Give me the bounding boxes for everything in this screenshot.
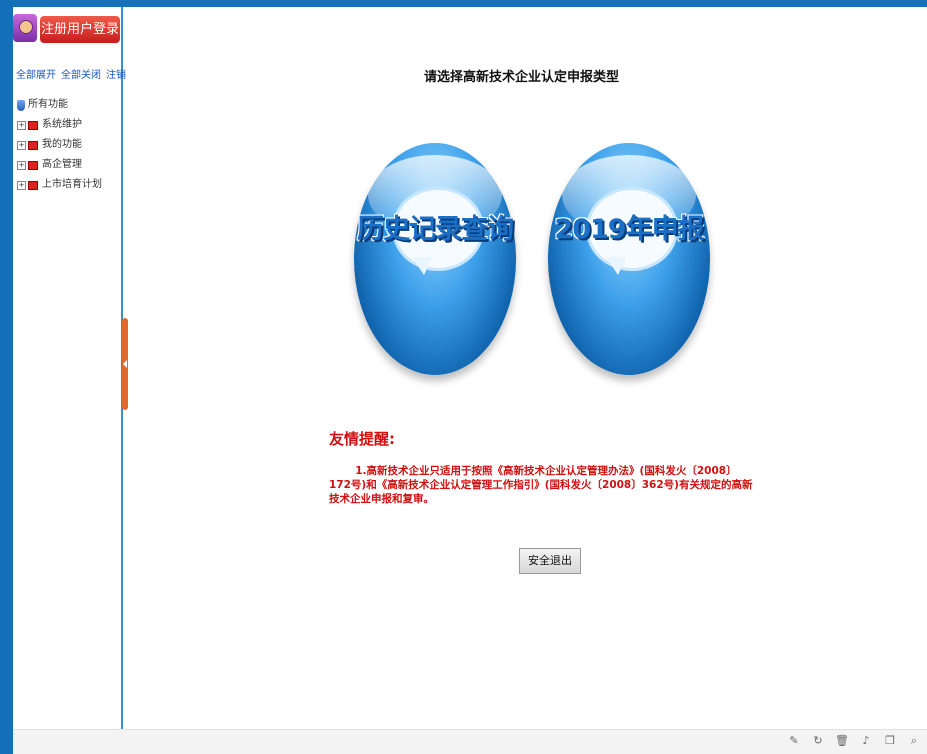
apply-2019-button[interactable]: 2019年申报 (548, 139, 710, 379)
history-query-button[interactable]: 历史记录查询 (354, 139, 516, 379)
tree-item-system[interactable]: + 系统维护 (17, 115, 102, 135)
user-bar: 注册用户登录 (13, 7, 121, 49)
sidebar-collapse-handle[interactable] (122, 318, 128, 410)
app-window: 注册用户登录 全部展开全部关闭注销 所有功能 + 系统维护 + 我的功能 + (13, 7, 927, 754)
copy-icon[interactable]: ❐ (883, 734, 897, 748)
tree-item-label: 系统维护 (42, 119, 82, 130)
folder-icon (28, 140, 38, 150)
notice-title: 友情提醒: (329, 430, 395, 448)
bottom-toolbar: ✎ ↻ 🗑 ♪ ❐ ⌕ (13, 729, 927, 754)
tree-item-label: 上市培育计划 (42, 179, 102, 190)
search-icon[interactable]: ⌕ (907, 734, 921, 748)
expand-icon[interactable]: + (17, 120, 26, 130)
logout-link[interactable]: 注销 (106, 70, 126, 81)
brush-icon[interactable]: ✎ (787, 734, 801, 748)
folder-icon (28, 120, 38, 130)
collapse-all-link[interactable]: 全部关闭 (61, 70, 101, 81)
tree-item-my-functions[interactable]: + 我的功能 (17, 135, 102, 155)
trash-icon[interactable]: 🗑 (835, 734, 849, 748)
tree-controls: 全部展开 全部关闭 注销 (16, 66, 131, 81)
folder-icon (28, 180, 38, 190)
function-tree: 所有功能 + 系统维护 + 我的功能 + 高企管理 + 上市培育计划 (17, 95, 102, 195)
refresh-icon[interactable]: ↻ (811, 734, 825, 748)
tree-item-label: 高企管理 (42, 159, 82, 170)
speaker-icon[interactable]: ♪ (859, 734, 873, 748)
page-title: 请选择高新技术企业认定申报类型 (423, 70, 619, 85)
expand-all-link[interactable]: 全部展开 (16, 70, 56, 81)
expand-icon[interactable]: + (17, 140, 26, 150)
tree-root[interactable]: 所有功能 (17, 95, 102, 115)
tree-item-label: 我的功能 (42, 139, 82, 150)
tree-item-listing[interactable]: + 上市培育计划 (17, 175, 102, 195)
safe-logout-button[interactable]: 安全退出 (519, 548, 581, 574)
history-query-label: 历史记录查询 (357, 214, 514, 245)
folder-icon (28, 160, 38, 170)
avatar-icon (13, 14, 37, 42)
sidebar: 注册用户登录 全部展开全部关闭注销 所有功能 + 系统维护 + 我的功能 + (13, 7, 126, 729)
tree-root-label: 所有功能 (28, 99, 68, 110)
user-group-icon (17, 99, 25, 111)
login-button[interactable]: 注册用户登录 (40, 16, 120, 43)
notice-body: 1.高新技术企业只适用于按照《高新技术企业认定管理办法》(国科发火〔2008〕1… (329, 465, 753, 505)
main-content: 请选择高新技术企业认定申报类型 历史记录查询 2019年申报 友情提醒: 1.高… (131, 7, 927, 729)
expand-icon[interactable]: + (17, 160, 26, 170)
expand-icon[interactable]: + (17, 180, 26, 190)
tree-item-hightech[interactable]: + 高企管理 (17, 155, 102, 175)
apply-2019-label: 2019年申报 (554, 214, 704, 245)
